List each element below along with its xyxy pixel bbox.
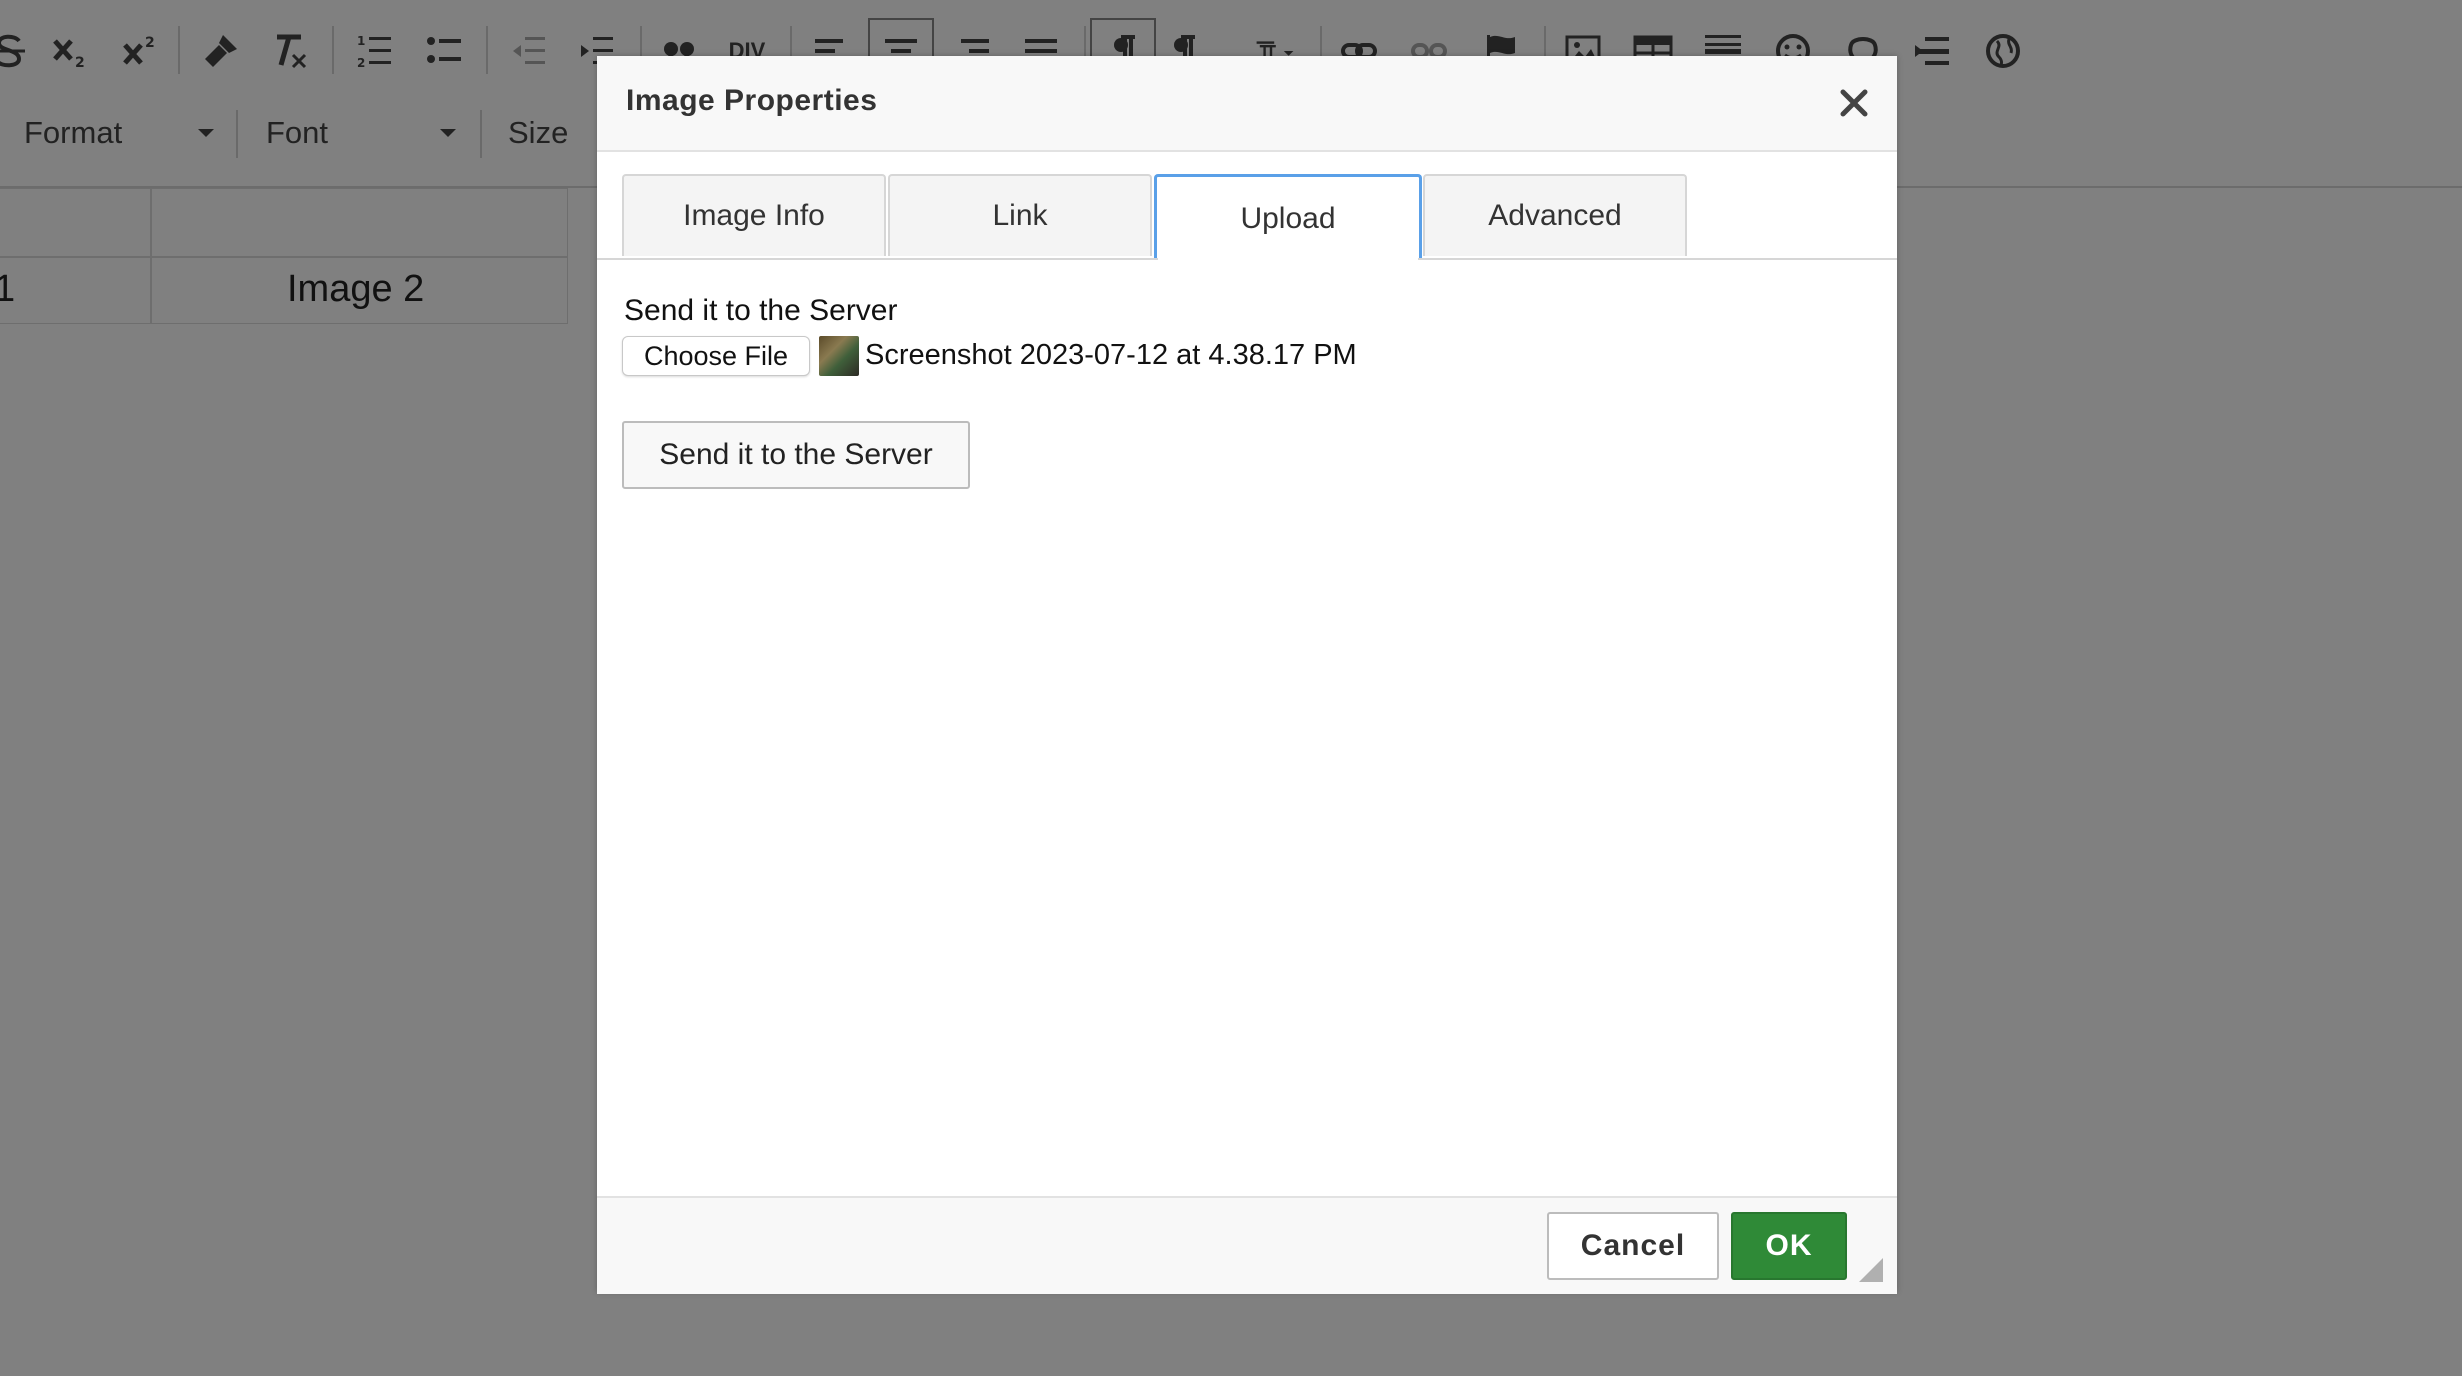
table-cell[interactable]: [0, 188, 152, 258]
tab-label: Upload: [1240, 201, 1336, 235]
format-combo-label: Format: [24, 115, 123, 150]
tab-label: Advanced: [1488, 199, 1622, 232]
strikethrough-icon[interactable]: [0, 24, 36, 78]
page-break-icon[interactable]: [1906, 24, 1960, 78]
cancel-button[interactable]: Cancel: [1547, 1212, 1719, 1280]
svg-text:2: 2: [75, 55, 85, 71]
selected-file-name: Screenshot 2023-07-12 at 4.38.17 PM: [865, 339, 1357, 371]
choose-file-button[interactable]: Choose File: [622, 336, 810, 376]
tab-upload[interactable]: Upload: [1154, 174, 1422, 260]
iframe-icon[interactable]: [1976, 24, 2030, 78]
toolbar-separator: [236, 110, 238, 158]
chevron-down-icon: [440, 129, 456, 137]
toolbar-separator: [332, 26, 334, 74]
tab-image-info[interactable]: Image Info: [622, 174, 886, 256]
file-thumbnail: [819, 336, 859, 376]
resize-handle[interactable]: [1859, 1258, 1883, 1282]
superscript-icon[interactable]: 2: [112, 24, 166, 78]
close-icon[interactable]: [1837, 86, 1871, 120]
tab-advanced[interactable]: Advanced: [1423, 174, 1687, 256]
tab-link[interactable]: Link: [888, 174, 1152, 256]
upload-section-label: Send it to the Server: [624, 294, 898, 327]
copy-format-icon[interactable]: [194, 24, 248, 78]
chevron-down-icon: [198, 129, 214, 137]
font-combo-label: Font: [266, 115, 329, 150]
svg-text:2: 2: [357, 56, 365, 70]
image-properties-dialog: Image Properties Image Info Link Upload …: [597, 56, 1897, 1294]
send-to-server-button[interactable]: Send it to the Server: [622, 421, 970, 489]
ok-button[interactable]: OK: [1731, 1212, 1847, 1280]
subscript-icon[interactable]: 2: [42, 24, 96, 78]
size-combo[interactable]: Size: [508, 105, 588, 161]
bulleted-list-icon[interactable]: [418, 24, 472, 78]
font-combo[interactable]: Font: [266, 105, 456, 161]
svg-text:2: 2: [145, 35, 155, 51]
numbered-list-icon[interactable]: 12: [348, 24, 402, 78]
toolbar-separator: [178, 26, 180, 74]
toolbar-separator: [486, 26, 488, 74]
table-cell-text: Image 2: [287, 268, 425, 310]
format-combo[interactable]: Format: [24, 105, 214, 161]
table-cell-text: 1: [0, 268, 16, 310]
dialog-title: Image Properties: [626, 84, 878, 117]
tab-label: Link: [992, 199, 1048, 232]
tab-label: Image Info: [683, 199, 825, 232]
decrease-indent-icon[interactable]: [502, 24, 556, 78]
active-tab-gap: [1158, 258, 1418, 260]
toolbar-separator: [480, 110, 482, 158]
dialog-header: Image Properties: [597, 56, 1897, 152]
svg-text:1: 1: [357, 34, 365, 48]
table-cell[interactable]: [150, 188, 568, 258]
size-combo-label: Size: [508, 115, 569, 150]
table-cell[interactable]: [0, 256, 152, 324]
remove-format-icon[interactable]: [262, 24, 316, 78]
dialog-footer: Cancel OK: [597, 1196, 1897, 1294]
